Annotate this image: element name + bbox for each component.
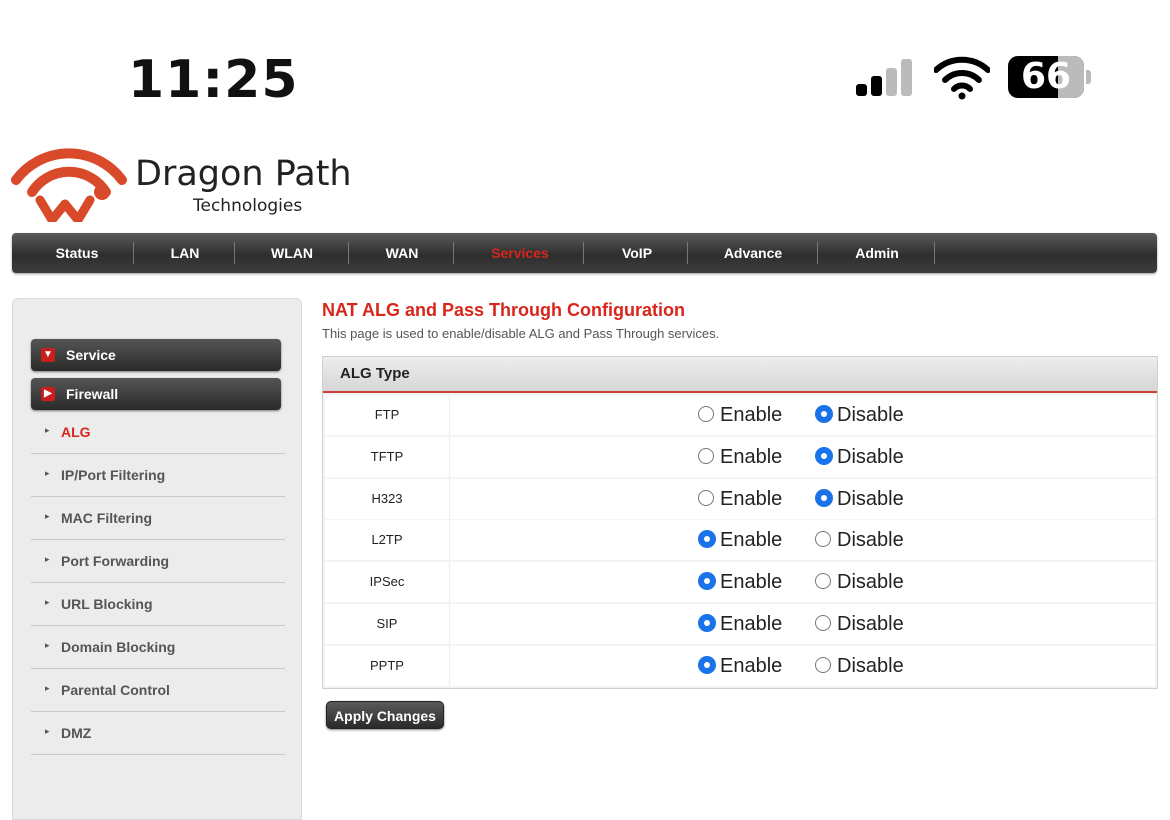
- h323-disable-radio[interactable]: Disable: [815, 479, 925, 519]
- radio-icon: [698, 447, 714, 464]
- tftp-disable-radio[interactable]: Disable: [815, 437, 925, 477]
- radio-icon: [815, 488, 833, 507]
- chevron-down-icon: ▼: [41, 348, 55, 362]
- alg-name: L2TP: [325, 520, 450, 561]
- sidebar-item-dmz[interactable]: ▸ DMZ: [31, 712, 285, 755]
- chevron-right-icon: ▶: [41, 387, 55, 401]
- ftp-disable-radio[interactable]: Disable: [815, 395, 925, 435]
- sidebar-item-mac-filtering[interactable]: ▸ MAC Filtering: [31, 497, 285, 540]
- l2tp-enable-radio[interactable]: Enable: [698, 520, 798, 560]
- battery-tip: [1086, 70, 1091, 84]
- radio-icon: [698, 489, 714, 506]
- radio-icon: [698, 406, 714, 422]
- wifi-icon: [933, 56, 991, 100]
- pptp-disable-radio[interactable]: Disable: [815, 646, 925, 686]
- nav-lan[interactable]: LAN: [140, 233, 230, 273]
- ftp-enable-radio[interactable]: Enable: [698, 395, 798, 435]
- radio-icon: [815, 531, 831, 548]
- alg-name: PPTP: [325, 645, 450, 686]
- table-row: H323 Enable Disable: [325, 478, 1155, 519]
- table-row: L2TP Enable Disable: [325, 520, 1155, 561]
- arrow-right-icon: ▸: [45, 554, 50, 564]
- tftp-enable-radio[interactable]: Enable: [698, 437, 798, 477]
- sidebar-section-service[interactable]: ▼ Service: [31, 339, 281, 371]
- arrow-right-icon: ▸: [45, 683, 50, 693]
- sip-enable-radio[interactable]: Enable: [698, 604, 798, 644]
- table-row: TFTP Enable Disable: [325, 436, 1155, 477]
- apply-changes-button[interactable]: Apply Changes: [326, 701, 444, 729]
- radio-icon: [698, 572, 716, 591]
- status-bar: 11:25 66: [0, 0, 1170, 130]
- radio-icon: [698, 530, 716, 549]
- sidebar-item-port-forwarding[interactable]: ▸ Port Forwarding: [31, 540, 285, 583]
- alg-name: SIP: [325, 604, 450, 644]
- arrow-right-icon: ▸: [45, 726, 50, 736]
- nav-voip[interactable]: VoIP: [592, 233, 682, 273]
- alg-name: FTP: [325, 395, 450, 435]
- page-description: This page is used to enable/disable ALG …: [322, 326, 720, 341]
- sidebar-item-alg[interactable]: ▸ ALG: [31, 411, 285, 454]
- alg-name: H323: [325, 478, 450, 519]
- page-title: NAT ALG and Pass Through Configuration: [322, 300, 685, 320]
- nav-advance[interactable]: Advance: [703, 233, 803, 273]
- alg-table: ALG Type FTP Enable Disable TFTP Enable Disab…: [322, 356, 1158, 689]
- radio-icon: [698, 614, 716, 632]
- sidebar: ▼ Service ▶ Firewall ▸ ALG ▸ IP/Port Fil…: [12, 298, 302, 820]
- brand-name: Dragon Path: [135, 154, 352, 194]
- brand-subtitle: Technologies: [193, 196, 303, 216]
- battery-icon: 66: [1008, 56, 1084, 98]
- sidebar-item-parental-control[interactable]: ▸ Parental Control: [31, 669, 285, 712]
- brand-logo: Dragon Path Technologies: [10, 142, 352, 222]
- arrow-right-icon: ▸: [45, 640, 50, 650]
- sidebar-item-ip-port-filtering[interactable]: ▸ IP/Port Filtering: [31, 454, 285, 497]
- arrow-right-icon: ▸: [45, 468, 50, 478]
- arrow-right-icon: ▸: [45, 511, 50, 521]
- radio-icon: [698, 655, 716, 674]
- nav-wan[interactable]: WAN: [357, 233, 447, 273]
- sidebar-item-domain-blocking[interactable]: ▸ Domain Blocking: [31, 626, 285, 669]
- sidebar-section-firewall[interactable]: ▶ Firewall: [31, 378, 281, 410]
- cellular-signal-icon: [856, 58, 916, 96]
- table-row: FTP Enable Disable: [325, 395, 1155, 435]
- radio-icon: [815, 615, 831, 631]
- wifi-logo-icon: [11, 148, 127, 222]
- ipsec-disable-radio[interactable]: Disable: [815, 562, 925, 602]
- top-nav: Status LAN WLAN WAN Services VoIP Advanc…: [12, 233, 1157, 273]
- pptp-enable-radio[interactable]: Enable: [698, 646, 798, 686]
- alg-name: TFTP: [325, 436, 450, 477]
- l2tp-disable-radio[interactable]: Disable: [815, 520, 925, 560]
- radio-icon: [815, 446, 833, 465]
- radio-icon: [815, 405, 833, 423]
- table-row: PPTP Enable Disable: [325, 645, 1155, 686]
- arrow-right-icon: ▸: [45, 425, 50, 435]
- radio-icon: [815, 573, 831, 590]
- radio-icon: [815, 656, 831, 673]
- sip-disable-radio[interactable]: Disable: [815, 604, 925, 644]
- ipsec-enable-radio[interactable]: Enable: [698, 562, 798, 602]
- battery-level: 66: [1020, 56, 1072, 97]
- table-row: SIP Enable Disable: [325, 604, 1155, 644]
- nav-status[interactable]: Status: [32, 233, 122, 273]
- clock: 11:25: [128, 50, 299, 110]
- h323-enable-radio[interactable]: Enable: [698, 479, 798, 519]
- sidebar-item-url-blocking[interactable]: ▸ URL Blocking: [31, 583, 285, 626]
- alg-name: IPSec: [325, 562, 450, 603]
- nav-services[interactable]: Services: [470, 233, 570, 273]
- nav-admin[interactable]: Admin: [832, 233, 922, 273]
- table-header: ALG Type: [323, 357, 1157, 393]
- arrow-right-icon: ▸: [45, 597, 50, 607]
- nav-wlan[interactable]: WLAN: [247, 233, 337, 273]
- table-row: IPSec Enable Disable: [325, 562, 1155, 603]
